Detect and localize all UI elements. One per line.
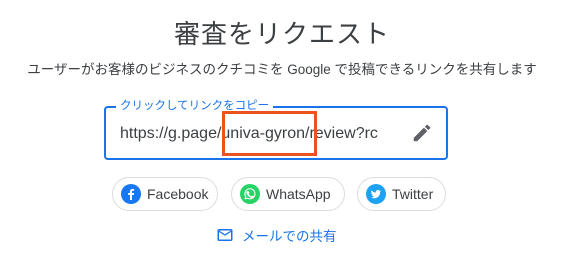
- whatsapp-share-button[interactable]: WhatsApp: [231, 177, 345, 211]
- facebook-label: Facebook: [147, 186, 209, 202]
- whatsapp-icon: [240, 184, 260, 204]
- whatsapp-label: WhatsApp: [266, 186, 331, 202]
- twitter-share-button[interactable]: Twitter: [357, 177, 446, 211]
- facebook-share-button[interactable]: Facebook: [112, 177, 218, 211]
- email-share-link[interactable]: メールでの共有: [216, 226, 337, 244]
- share-buttons-row: Facebook WhatsApp Twitter: [0, 177, 564, 213]
- dialog-subtitle: ユーザーがお客様のビジネスのクチコミを Google で投稿できるリンクを共有し…: [27, 62, 537, 77]
- email-share-label: メールでの共有: [242, 229, 337, 244]
- link-field-label: クリックしてリンクをコピー: [116, 99, 274, 113]
- review-link-field[interactable]: クリックしてリンクをコピー https://g.page/univa-gyron…: [104, 99, 448, 160]
- mail-icon: [217, 229, 233, 241]
- pencil-icon[interactable]: [411, 122, 433, 144]
- twitter-icon: [366, 184, 386, 204]
- review-link-url[interactable]: https://g.page/univa-gyron/review?rc: [120, 125, 378, 143]
- dialog-title: 審査をリクエスト: [173, 19, 390, 49]
- facebook-icon: [121, 184, 141, 204]
- twitter-label: Twitter: [392, 186, 434, 202]
